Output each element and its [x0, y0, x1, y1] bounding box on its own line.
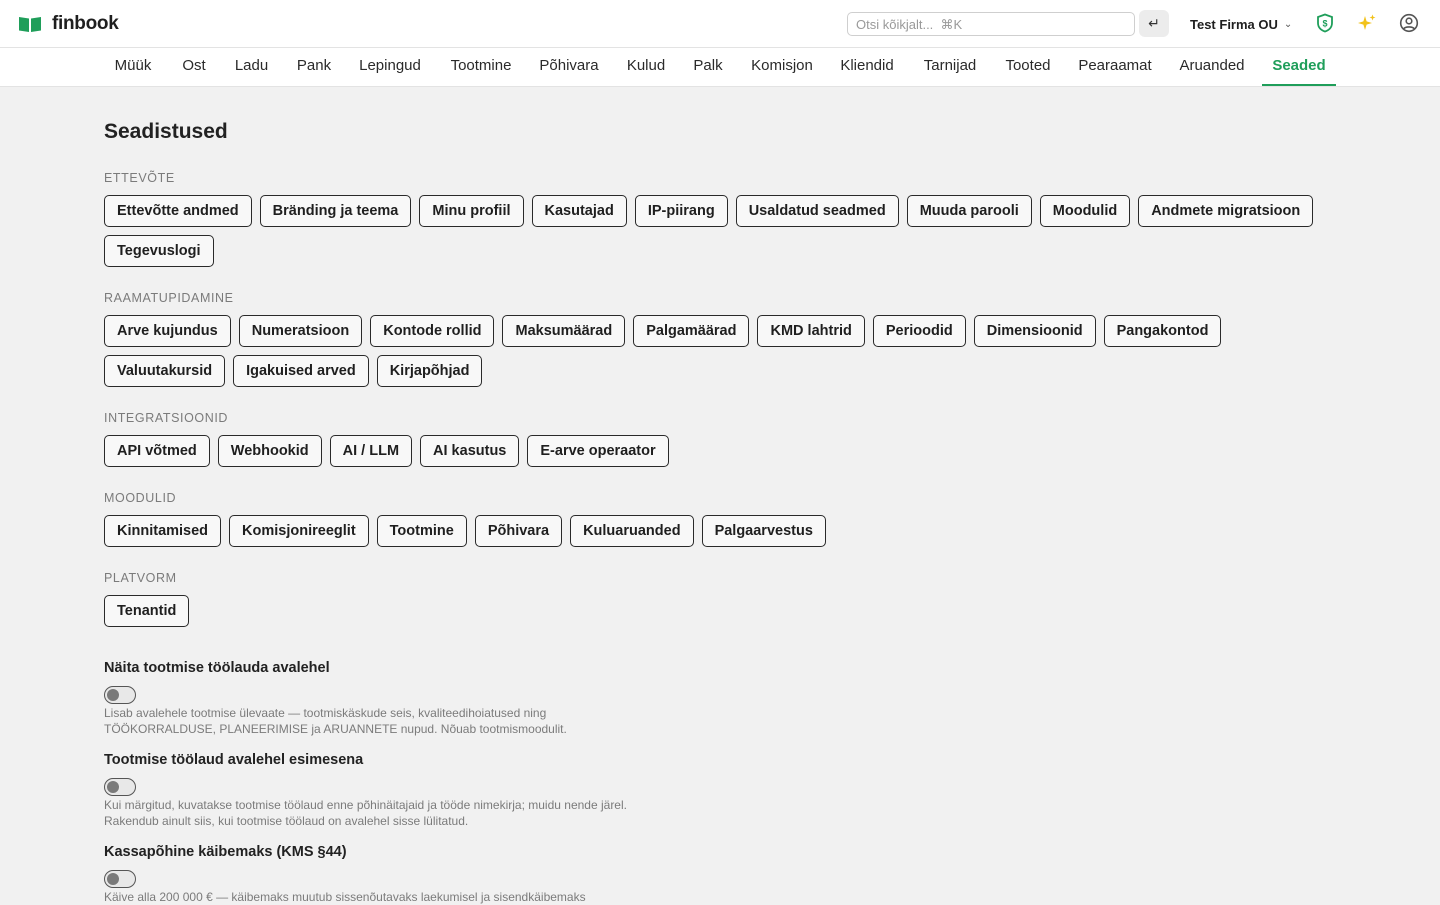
- top-bar: finbook ↵ Test Firma OU ⌄ $: [0, 0, 1440, 48]
- shield-dollar-icon[interactable]: $: [1314, 12, 1336, 34]
- company-name: Test Firma OU: [1190, 16, 1278, 32]
- settings-link-exchange-rates[interactable]: Valuutakursid: [104, 355, 226, 387]
- setting-description-line: Lisab avalehele tootmise ülevaate — toot…: [104, 706, 547, 720]
- nav-tab-pohivara[interactable]: Põhivara: [530, 48, 608, 86]
- settings-link-periods[interactable]: Perioodid: [872, 315, 966, 347]
- setting-production-dashboard-first: Tootmise töölaud avalehel esimesena Kui …: [104, 752, 804, 829]
- setting-description-line: TÖÖKORRALDUSE, PLANEERIMISE ja ARUANNETE…: [104, 722, 567, 736]
- section-label-moodulid: MOODULID: [104, 491, 177, 505]
- settings-group-integratsioonid: API võtmed Webhookid AI / LLM AI kasutus…: [104, 435, 1344, 467]
- settings-group-ettevote: Ettevõtte andmed Bränding ja teema Minu …: [104, 195, 1344, 267]
- settings-link-modules[interactable]: Moodulid: [1039, 195, 1131, 227]
- app-name: finbook: [52, 13, 119, 34]
- company-switcher[interactable]: Test Firma OU ⌄: [1190, 14, 1292, 34]
- chevron-down-icon: ⌄: [1283, 18, 1293, 30]
- settings-link-payroll-rates[interactable]: Palgamäärad: [633, 315, 750, 347]
- settings-link-invoice-layout[interactable]: Arve kujundus: [104, 315, 231, 347]
- settings-link-bank-accounts[interactable]: Pangakontod: [1103, 315, 1222, 347]
- main-nav: Müük Ost Ladu Pank Lepingud Tootmine Põh…: [0, 48, 1440, 87]
- nav-tab-aruanded[interactable]: Aruanded: [1168, 48, 1256, 86]
- settings-group-platvorm: Tenantid: [104, 595, 1344, 627]
- settings-link-users[interactable]: Kasutajad: [531, 195, 627, 227]
- settings-link-approvals[interactable]: Kinnitamised: [104, 515, 222, 547]
- book-logo-icon: [19, 17, 41, 32]
- settings-link-fixed-assets[interactable]: Põhivara: [474, 515, 563, 547]
- svg-text:$: $: [1322, 19, 1327, 29]
- settings-group-moodulid: Kinnitamised Komisjonireeglit Tootmine P…: [104, 515, 1344, 547]
- cash-basis-vat-toggle[interactable]: [104, 870, 136, 888]
- nav-tab-muuk[interactable]: Müük: [104, 48, 162, 86]
- section-label-platvorm: PLATVORM: [104, 571, 177, 585]
- settings-link-recurring-invoices[interactable]: Igakuised arved: [233, 355, 369, 387]
- nav-tab-tarnijad[interactable]: Tarnijad: [912, 48, 988, 86]
- settings-link-data-migration[interactable]: Andmete migratsioon: [1138, 195, 1314, 227]
- nav-tab-seaded[interactable]: Seaded: [1262, 48, 1336, 86]
- search-submit-button[interactable]: ↵: [1139, 10, 1169, 37]
- nav-tab-palk[interactable]: Palk: [684, 48, 732, 86]
- settings-link-commission-rules[interactable]: Komisjonireeglit: [229, 515, 369, 547]
- setting-description-line: Käive alla 200 000 € — käibemaks muutub …: [104, 890, 586, 904]
- nav-tab-pearaamat[interactable]: Pearaamat: [1070, 48, 1160, 86]
- settings-link-account-roles[interactable]: Kontode rollid: [370, 315, 495, 347]
- setting-description: Lisab avalehele tootmise ülevaate — toot…: [104, 705, 804, 737]
- settings-link-ip-restriction[interactable]: IP-piirang: [634, 195, 728, 227]
- production-dashboard-toggle[interactable]: [104, 686, 136, 704]
- settings-link-einvoice-operator[interactable]: E-arve operaator: [527, 435, 669, 467]
- settings-link-api-keys[interactable]: API võtmed: [104, 435, 210, 467]
- settings-link-ai-usage[interactable]: AI kasutus: [420, 435, 520, 467]
- settings-link-my-profile[interactable]: Minu profiil: [419, 195, 524, 227]
- setting-description-line: Rakendub ainult siis, kui tootmise tööla…: [104, 814, 469, 828]
- settings-link-tax-rates[interactable]: Maksumäärad: [502, 315, 626, 347]
- nav-tab-lepingud[interactable]: Lepingud: [350, 48, 430, 86]
- nav-tab-pank[interactable]: Pank: [286, 48, 342, 86]
- settings-link-expense-reports[interactable]: Kuluaruanded: [570, 515, 694, 547]
- app-logo[interactable]: finbook: [18, 12, 119, 36]
- nav-tab-tooted[interactable]: Tooted: [996, 48, 1060, 86]
- settings-link-trusted-devices[interactable]: Usaldatud seadmed: [735, 195, 899, 227]
- settings-link-ai-llm[interactable]: AI / LLM: [329, 435, 413, 467]
- settings-link-production[interactable]: Tootmine: [376, 515, 467, 547]
- sparkles-icon[interactable]: [1356, 12, 1378, 34]
- enter-icon: ↵: [1148, 15, 1160, 31]
- settings-link-webhooks[interactable]: Webhookid: [217, 435, 322, 467]
- settings-link-numbering[interactable]: Numeratsioon: [238, 315, 363, 347]
- setting-title: Tootmise töölaud avalehel esimesena: [104, 752, 364, 768]
- nav-tab-ost[interactable]: Ost: [170, 48, 218, 86]
- toggle-knob: [107, 688, 119, 701]
- toggle-knob: [107, 872, 119, 885]
- section-label-integratsioonid: INTEGRATSIOONID: [104, 411, 229, 425]
- setting-title: Näita tootmise töölauda avalehel: [104, 660, 330, 676]
- nav-tab-tootmine[interactable]: Tootmine: [440, 48, 522, 86]
- settings-link-company-details[interactable]: Ettevõtte andmed: [104, 195, 252, 227]
- settings-link-tenants[interactable]: Tenantid: [104, 595, 190, 627]
- nav-tab-kulud[interactable]: Kulud: [616, 48, 676, 86]
- toggle-knob: [107, 780, 119, 793]
- setting-title: Kassapõhine käibemaks (KMS §44): [104, 844, 347, 860]
- global-search-input[interactable]: [847, 12, 1135, 36]
- nav-tab-komisjon[interactable]: Komisjon: [740, 48, 824, 86]
- settings-group-raamatupidamine: Arve kujundus Numeratsioon Kontode rolli…: [104, 315, 1344, 387]
- section-label-ettevote: ETTEVÕTE: [104, 171, 175, 185]
- setting-production-dashboard: Näita tootmise töölauda avalehel Lisab a…: [104, 660, 804, 737]
- setting-description-line: Kui märgitud, kuvatakse tootmise töölaud…: [104, 798, 627, 812]
- settings-link-activity-log[interactable]: Tegevuslogi: [104, 235, 214, 267]
- user-circle-icon[interactable]: [1398, 12, 1420, 34]
- page-title: Seadistused: [104, 120, 228, 143]
- section-label-raamatupidamine: RAAMATUPIDAMINE: [104, 291, 234, 305]
- settings-link-payroll[interactable]: Palgaarvestus: [701, 515, 826, 547]
- settings-link-branding-theme[interactable]: Bränding ja teema: [259, 195, 412, 227]
- settings-link-dimensions[interactable]: Dimensioonid: [973, 315, 1096, 347]
- settings-link-vat-return-lines[interactable]: KMD lahtrid: [757, 315, 865, 347]
- production-dashboard-first-toggle[interactable]: [104, 778, 136, 796]
- setting-cash-basis-vat: Kassapõhine käibemaks (KMS §44) Käive al…: [104, 844, 804, 905]
- settings-link-change-password[interactable]: Muuda parooli: [906, 195, 1032, 227]
- nav-tab-ladu[interactable]: Ladu: [224, 48, 279, 86]
- settings-link-letter-templates[interactable]: Kirjapõhjad: [376, 355, 483, 387]
- setting-description: Kui märgitud, kuvatakse tootmise töölaud…: [104, 797, 804, 829]
- nav-tab-kliendid[interactable]: Kliendid: [832, 48, 902, 86]
- setting-description: Käive alla 200 000 € — käibemaks muutub …: [104, 889, 804, 905]
